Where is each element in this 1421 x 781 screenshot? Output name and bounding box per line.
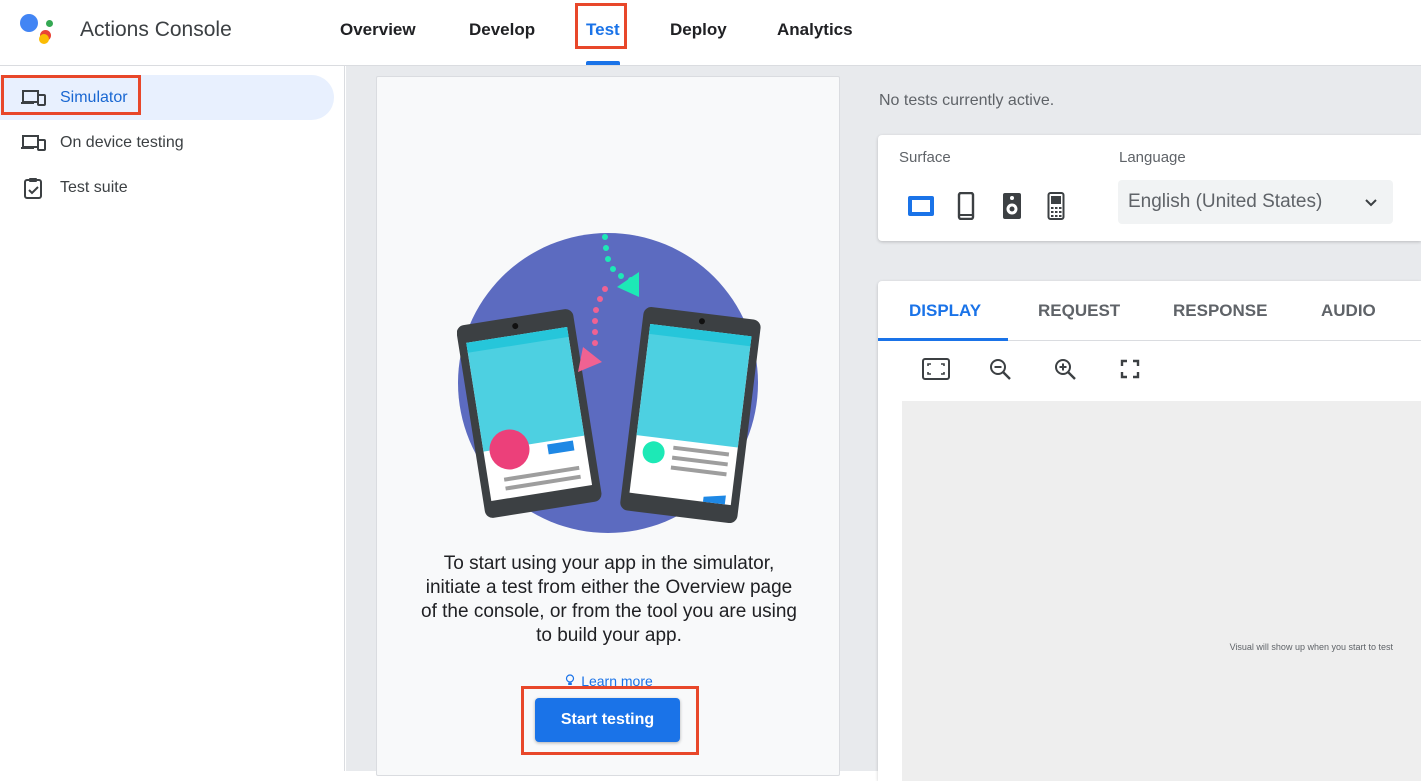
tab-audio[interactable]: AUDIO — [1321, 301, 1376, 321]
sidebar-item-on-device-testing[interactable]: On device testing — [0, 120, 334, 165]
tab-response[interactable]: RESPONSE — [1173, 301, 1267, 321]
language-value: English (United States) — [1128, 191, 1323, 212]
active-tab-indicator — [586, 61, 620, 65]
phone-icon[interactable] — [952, 191, 980, 221]
highlight-box-start-testing — [521, 686, 699, 755]
simulator-card: To start using your app in the simulator… — [376, 76, 840, 776]
output-tabs: DISPLAY REQUEST RESPONSE AUDIO — [878, 281, 1421, 341]
lightbulb-icon — [566, 674, 575, 685]
sidebar-item-label: On device testing — [60, 133, 184, 151]
app-title[interactable]: Actions Console — [80, 18, 232, 42]
fullscreen-icon[interactable] — [1115, 354, 1145, 384]
nav-tab-develop[interactable]: Develop — [469, 20, 535, 40]
language-label: Language — [1119, 149, 1186, 166]
fit-screen-icon[interactable] — [921, 354, 951, 384]
chevron-down-icon — [1365, 199, 1377, 207]
speaker-icon[interactable] — [998, 191, 1026, 221]
language-select[interactable]: English (United States) — [1118, 180, 1393, 224]
main-content: To start using your app in the simulator… — [346, 66, 1421, 781]
sidebar-item-label: Test suite — [60, 178, 128, 196]
output-panel: DISPLAY REQUEST RESPONSE AUDIO Visual wi… — [878, 281, 1421, 781]
zoom-in-icon[interactable] — [1050, 354, 1080, 384]
devices-icon — [20, 132, 46, 154]
surface-label: Surface — [899, 149, 951, 166]
simulator-instructions: To start using your app in the simulator… — [421, 553, 797, 646]
highlight-box-test-tab — [575, 3, 627, 49]
kaios-phone-icon[interactable] — [1042, 191, 1070, 221]
surface-language-panel: Surface Language English (United States) — [878, 135, 1421, 241]
sidebar: Simulator On device testing Test suite — [0, 66, 345, 771]
zoom-out-icon[interactable] — [985, 354, 1015, 384]
phones-illustration — [456, 232, 762, 542]
nav-tab-overview[interactable]: Overview — [340, 20, 416, 40]
sidebar-item-test-suite[interactable]: Test suite — [0, 165, 334, 210]
visual-output-area: Visual will show up when you start to te… — [902, 401, 1421, 781]
highlight-box-simulator — [1, 75, 141, 115]
clipboard-check-icon — [20, 177, 46, 199]
active-tab-indicator — [878, 338, 1008, 341]
tab-display[interactable]: DISPLAY — [909, 301, 981, 321]
top-app-bar: Actions Console Overview Develop Test De… — [0, 0, 1421, 66]
test-status-text: No tests currently active. — [879, 92, 1055, 109]
tab-request[interactable]: REQUEST — [1038, 301, 1120, 321]
smart-display-icon[interactable] — [907, 191, 935, 221]
nav-tab-deploy[interactable]: Deploy — [670, 20, 727, 40]
visual-placeholder-text: Visual will show up when you start to te… — [1229, 642, 1393, 652]
nav-tab-analytics[interactable]: Analytics — [777, 20, 853, 40]
google-assistant-logo-icon — [20, 14, 56, 46]
